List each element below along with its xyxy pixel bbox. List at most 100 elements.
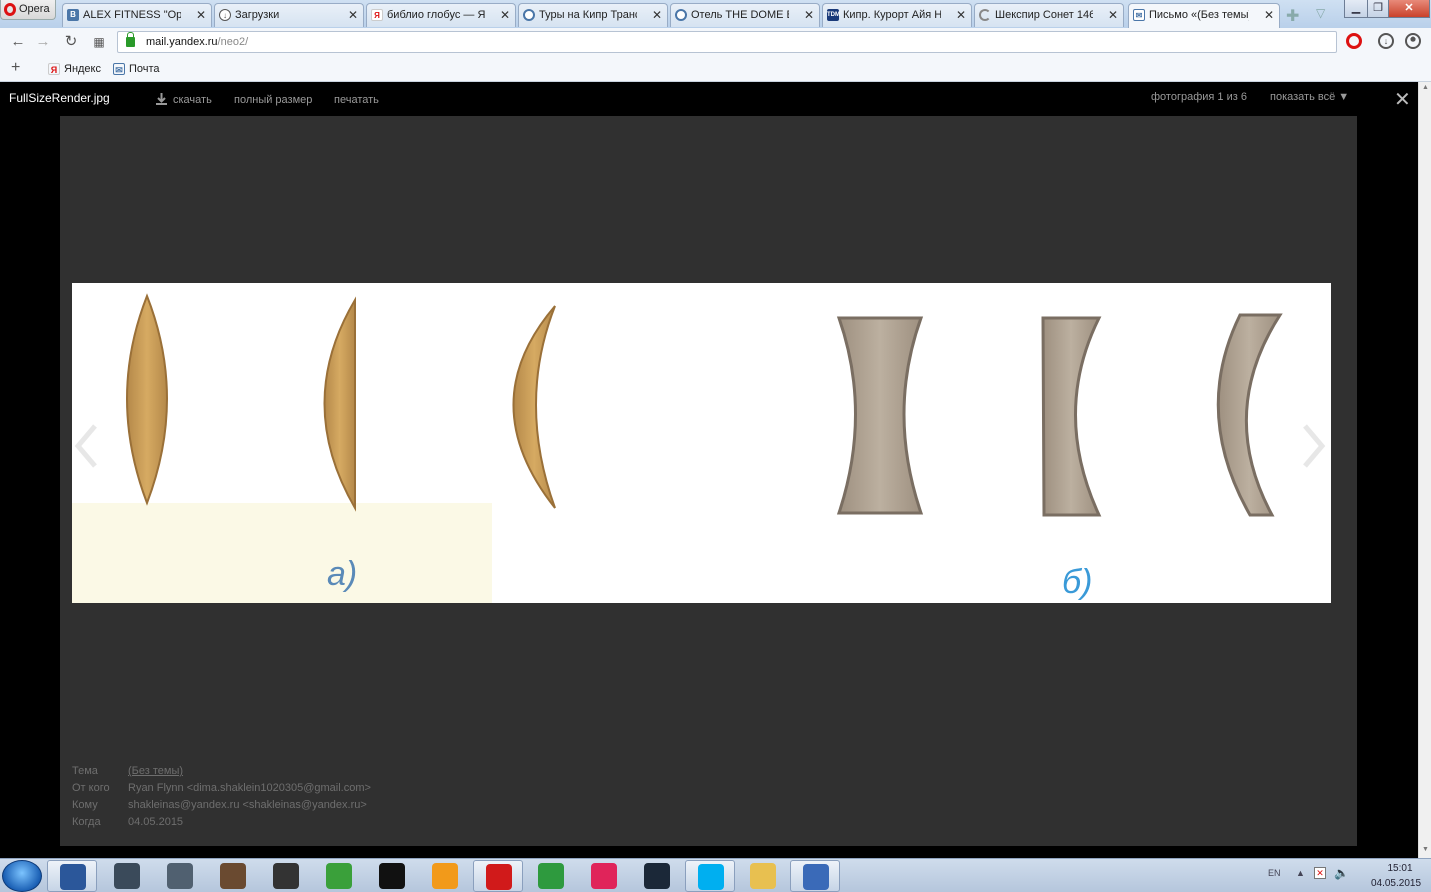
- maximize-button[interactable]: ❐: [1367, 0, 1389, 18]
- itunes-icon: [591, 863, 617, 889]
- mail-icon: ✉: [1133, 9, 1145, 21]
- close-icon[interactable]: ✕: [1394, 87, 1411, 112]
- taskbar-app-chrome[interactable]: [526, 860, 576, 892]
- tab-shakespeare[interactable]: Шекспир Сонет 146 ✕: [974, 3, 1124, 27]
- taskbar-app-download[interactable]: [314, 860, 364, 892]
- tab-biblio-globus[interactable]: Я библио глобус — Янде ✕: [366, 3, 516, 27]
- shield-icon: [803, 864, 829, 890]
- show-all-dropdown[interactable]: показать всё ▼: [1270, 91, 1349, 103]
- taskbar-app-steam[interactable]: [632, 860, 682, 892]
- tab-alex-fitness[interactable]: B ALEX FITNESS "Оранж ✕: [62, 3, 212, 27]
- taskbar-app-security[interactable]: [790, 860, 840, 892]
- meta-value: shakleinas@yandex.ru <shakleinas@yandex.…: [128, 799, 367, 811]
- biconvex-lens: [126, 293, 168, 506]
- close-icon[interactable]: ✕: [500, 4, 510, 26]
- taskbar-app-game1[interactable]: [155, 860, 205, 892]
- scroll-up-icon[interactable]: ▲: [1421, 84, 1430, 94]
- taskbar-app-game3[interactable]: [261, 860, 311, 892]
- tab-label: Письмо «(Без темы)» —: [1149, 9, 1249, 21]
- loading-icon: [979, 9, 991, 21]
- close-icon[interactable]: ✕: [348, 4, 358, 26]
- tab-label: Загрузки: [235, 9, 280, 21]
- bookmark-yandex[interactable]: Я Яндекс: [48, 62, 101, 76]
- bookmark-label: Почта: [129, 63, 160, 75]
- taskbar-app-opera[interactable]: [473, 860, 523, 892]
- word-icon: [60, 864, 86, 890]
- taskbar-app-panda[interactable]: [367, 860, 417, 892]
- tab-menu-icon[interactable]: ▽: [1316, 6, 1325, 20]
- scrollbar[interactable]: ▲ ▼: [1418, 82, 1431, 858]
- prev-arrow-icon[interactable]: [70, 421, 100, 471]
- url-host: mail.yandex.ru: [146, 36, 218, 48]
- download-status-icon[interactable]: ↓: [1378, 33, 1394, 49]
- close-icon[interactable]: ✕: [956, 4, 966, 26]
- taskbar-app-itunes[interactable]: [579, 860, 629, 892]
- tab-ayia-napa[interactable]: TDM Кипр. Курорт Айя Нап ✕: [822, 3, 972, 27]
- taskbar-app-word[interactable]: [47, 860, 97, 892]
- next-arrow-icon[interactable]: [1300, 421, 1330, 471]
- taskbar-app-explorer[interactable]: [738, 860, 788, 892]
- back-icon[interactable]: ←: [8, 32, 28, 52]
- opera-menu-button[interactable]: Opera: [0, 0, 56, 20]
- game-icon: [220, 863, 246, 889]
- concave-meniscus-lens: [1216, 313, 1283, 517]
- tab-cyprus-tours[interactable]: Туры на Кипр Трансае ✕: [518, 3, 668, 27]
- tab-downloads[interactable]: ↓ Загрузки ✕: [214, 3, 364, 27]
- volume-icon[interactable]: 🔈: [1334, 866, 1349, 880]
- photo-image[interactable]: а) б): [72, 283, 1331, 603]
- full-size-link[interactable]: полный размер: [234, 94, 312, 106]
- clock-time[interactable]: 15:01: [1370, 863, 1430, 874]
- tab-label: Кипр. Курорт Айя Нап: [843, 9, 941, 21]
- counter-strike-icon: [114, 863, 140, 889]
- start-button[interactable]: [2, 860, 42, 892]
- opera-icon: [4, 3, 16, 16]
- url-input[interactable]: mail.yandex.ru/neo2/: [117, 31, 1337, 53]
- label-a: а): [327, 555, 357, 593]
- close-icon[interactable]: ✕: [196, 4, 206, 26]
- tab-dome-beach[interactable]: Отель THE DOME BEAC ✕: [670, 3, 820, 27]
- meta-label: Кому: [72, 799, 98, 811]
- yandex-icon: Я: [371, 9, 383, 21]
- close-icon[interactable]: ✕: [652, 4, 662, 26]
- label-b: б): [1062, 563, 1092, 601]
- tab-label: библио глобус — Янде: [387, 9, 485, 21]
- tray-expand-icon[interactable]: ▲: [1296, 868, 1305, 878]
- tab-mail-letter[interactable]: ✉ Письмо «(Без темы)» — ✕: [1128, 3, 1280, 28]
- clock-date[interactable]: 04.05.2015: [1362, 878, 1430, 889]
- close-icon[interactable]: ✕: [1108, 4, 1118, 26]
- taskbar: EN ▲ ✕ 🔈 15:01 04.05.2015: [0, 858, 1431, 892]
- language-indicator[interactable]: EN: [1268, 868, 1281, 878]
- photo-counter: фотография 1 из 6: [1151, 91, 1247, 103]
- download-icon[interactable]: [156, 93, 167, 105]
- close-icon[interactable]: ✕: [804, 4, 814, 26]
- reload-icon[interactable]: ↻: [61, 32, 81, 52]
- taskbar-app-game2[interactable]: [208, 860, 258, 892]
- game-icon: [273, 863, 299, 889]
- opera-menu-label: Opera: [19, 3, 50, 15]
- taskbar-app-skype[interactable]: [685, 860, 735, 892]
- chrome-icon: [538, 863, 564, 889]
- download-link[interactable]: скачать: [173, 94, 212, 106]
- print-link[interactable]: печатать: [334, 94, 379, 106]
- close-icon[interactable]: ✕: [1264, 4, 1274, 26]
- taskbar-app-cs[interactable]: [102, 860, 152, 892]
- show-all-label: показать всё: [1270, 91, 1336, 103]
- yandex-icon: Я: [48, 63, 60, 75]
- scroll-down-icon[interactable]: ▼: [1421, 846, 1430, 856]
- new-tab-icon[interactable]: ✚: [1286, 6, 1299, 26]
- network-error-icon[interactable]: ✕: [1314, 867, 1326, 879]
- adblock-icon[interactable]: [1346, 33, 1362, 49]
- add-bookmark-icon[interactable]: +: [11, 59, 20, 77]
- account-icon[interactable]: [1405, 33, 1421, 49]
- system-tray: EN ▲ ✕ 🔈 15:01 04.05.2015: [1262, 859, 1431, 892]
- subject-link[interactable]: (Без темы): [128, 763, 183, 780]
- speed-dial-icon[interactable]: ▦: [89, 32, 109, 52]
- minimize-button[interactable]: ▁: [1344, 0, 1368, 18]
- steam-icon: [644, 863, 670, 889]
- bookmark-mail[interactable]: ✉ Почта: [113, 62, 160, 76]
- window-close-button[interactable]: ✕: [1388, 0, 1430, 18]
- lock-icon: [126, 32, 135, 47]
- address-bar: ← → ↻ ▦ mail.yandex.ru/neo2/ ↓: [0, 28, 1431, 56]
- forward-icon[interactable]: →: [33, 32, 53, 52]
- taskbar-app-calc[interactable]: [420, 860, 470, 892]
